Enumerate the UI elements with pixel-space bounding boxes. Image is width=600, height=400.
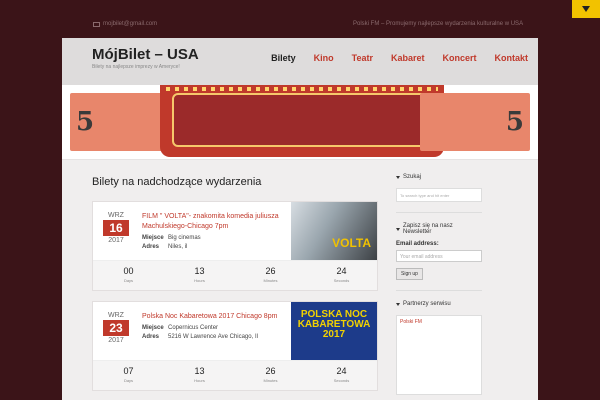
triangle-down-icon [396,175,400,179]
search-input[interactable]: To search type and hit enter [396,188,482,202]
countdown-seconds-value: 24 [336,366,347,376]
search-widget-title: Szukaj [396,174,482,180]
header-banner: 5 5 [62,85,538,160]
countdown-hours: 13 Hours [164,361,235,390]
newsletter-widget-title-text: Zapisz się na nasz Newsletter [403,223,453,235]
event-image[interactable]: POLSKA NOC KABARETOWA 2017 [291,302,377,362]
event-address: Adres 5216 W Lawrence Ave Chicago, Il [142,334,258,340]
event-year: 2017 [108,237,124,244]
email-field[interactable]: Your email address [396,250,482,262]
countdown-days-value: 07 [123,366,134,376]
event-image-text: VOLTA [332,236,371,250]
event-month: WRZ [108,212,124,219]
countdown-days-label: Days [123,378,134,383]
event-day: 23 [103,320,129,336]
countdown-days: 00 Days [93,261,164,290]
countdown-hours-label: Hours [194,278,205,283]
countdown-seconds: 24 Seconds [306,361,377,390]
site-description: Bilety na najlepsze imprezy w Ameryce! [92,64,180,70]
event-countdown: 00 Days 13 Hours 26 Minutes 24 Seconds [93,260,377,290]
top-bar: mojbilet@gmail.com Polski FM – Promujemy… [0,0,600,38]
event-place: Miejsce Copernicus Center [142,325,218,331]
partner-box: Polski FM [396,315,482,395]
ticket-right-graphic: 5 [420,93,530,151]
countdown-hours-label: Hours [194,378,205,383]
marquee-bulbs [166,87,438,91]
chevron-down-icon [582,6,590,12]
menu-toggle-button[interactable] [572,0,600,18]
main-content: Bilety na nadchodzące wydarzenia WRZ 16 … [62,160,538,400]
event-month: WRZ [108,312,124,319]
page-container: MójBilet – USA Bilety na najlepsze impre… [62,38,538,400]
event-image-text: POLSKA NOC KABARETOWA 2017 [297,309,371,340]
nav-item-kino[interactable]: Kino [314,53,334,63]
event-address-value: 5216 W Lawrence Ave Chicago, Il [168,334,258,340]
countdown-seconds: 24 Seconds [306,261,377,290]
ticket-left-number: 5 [76,107,95,137]
marquee-sign [172,93,432,147]
countdown-hours-value: 13 [194,266,205,276]
partners-widget-title: Partnerzy serwisu [396,301,482,307]
event-year: 2017 [108,337,124,344]
mail-icon [93,21,100,27]
contact-email-text: mojbilet@gmail.com [103,21,158,27]
countdown-minutes-label: Minutes [263,278,278,283]
countdown-minutes: 26 Minutes [235,361,306,390]
marquee-graphic [160,85,444,157]
nav-item-kontakt[interactable]: Kontakt [495,53,529,63]
event-countdown: 07 Days 13 Hours 26 Minutes 24 Seconds [93,360,377,390]
countdown-seconds-value: 24 [336,266,347,276]
event-place-label: Miejsce [142,325,164,331]
event-date: WRZ 16 2017 [103,212,129,244]
countdown-hours-value: 13 [194,366,205,376]
event-place-value: Copernicus Center [168,325,219,331]
triangle-down-icon [396,302,400,306]
nav-item-bilety[interactable]: Bilety [271,53,296,63]
event-date: WRZ 23 2017 [103,312,129,344]
search-widget-title-text: Szukaj [403,174,422,180]
event-place-label: Miejsce [142,235,164,241]
countdown-hours: 13 Hours [164,261,235,290]
event-place-value: Big cinemas [168,235,201,241]
sidebar-divider [396,212,482,213]
ticket-right-number: 5 [505,107,524,137]
event-address-label: Adres [142,334,160,340]
countdown-minutes-value: 26 [265,366,276,376]
triangle-down-icon [396,227,400,231]
top-tagline: Polski FM – Promujemy najlepsze wydarzen… [353,21,524,27]
site-title[interactable]: MójBilet – USA [92,46,199,63]
event-title-link[interactable]: Polska Noc Kabaretowa 2017 Chicago 8pm [142,312,290,322]
countdown-days-value: 00 [123,266,134,276]
partners-widget-title-text: Partnerzy serwisu [403,301,451,307]
newsletter-widget-title: Zapisz się na nasz Newsletter [396,223,482,235]
event-card: WRZ 23 2017 Polska Noc Kabaretowa 2017 C… [92,301,378,391]
partner-link[interactable]: Polski FM [400,319,422,325]
event-place: Miejsce Big cinemas [142,235,201,241]
countdown-seconds-label: Seconds [333,278,350,283]
countdown-minutes-value: 26 [265,266,276,276]
nav-item-koncert[interactable]: Koncert [442,53,476,63]
countdown-days: 07 Days [93,361,164,390]
sidebar: Szukaj To search type and hit enter Zapi… [396,174,482,395]
site-header: MójBilet – USA Bilety na najlepsze impre… [62,38,538,85]
event-day: 16 [103,220,129,236]
countdown-minutes: 26 Minutes [235,261,306,290]
event-address: Adres Niles, il [142,244,187,250]
countdown-days-label: Days [123,278,134,283]
event-address-value: Niles, il [168,244,188,250]
event-address-label: Adres [142,244,160,250]
main-nav: Bilety Kino Teatr Kabaret Koncert Kontak… [271,53,528,63]
event-card: WRZ 16 2017 FILM " VOLTA"- znakomita kom… [92,201,378,291]
sidebar-divider [396,290,482,291]
event-title-link[interactable]: FILM " VOLTA"- znakomita komedia juliusz… [142,212,290,232]
email-label: Email address: [396,241,439,247]
countdown-seconds-label: Seconds [333,378,350,383]
contact-email[interactable]: mojbilet@gmail.com [93,21,157,27]
signup-button[interactable]: Sign up [396,268,423,280]
section-title: Bilety na nadchodzące wydarzenia [92,176,262,188]
nav-item-kabaret[interactable]: Kabaret [391,53,425,63]
countdown-minutes-label: Minutes [263,378,278,383]
nav-item-teatr[interactable]: Teatr [352,53,373,63]
event-image[interactable]: VOLTA [291,202,377,262]
